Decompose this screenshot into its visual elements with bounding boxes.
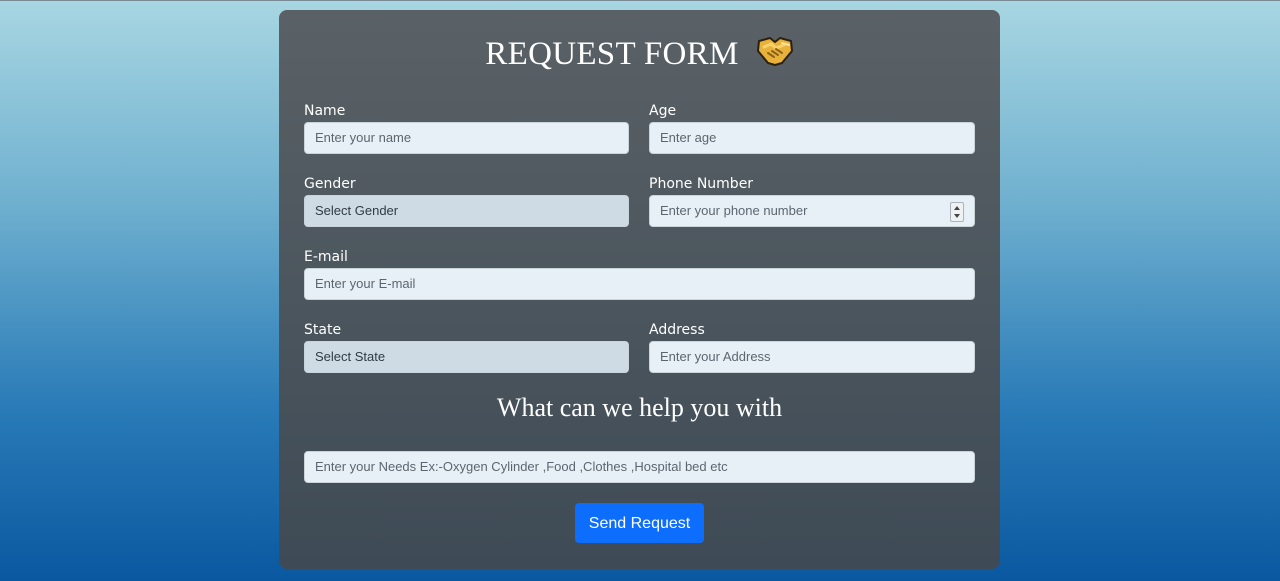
age-placeholder: Enter age xyxy=(660,130,717,145)
form-title: REQUEST FORM xyxy=(485,36,739,72)
phone-input[interactable]: Enter your phone number xyxy=(649,195,975,227)
name-label: Name xyxy=(304,103,346,119)
gender-selected-value: Select Gender xyxy=(315,203,399,218)
form-header: REQUEST FORM xyxy=(279,36,1000,76)
stepper-down-icon[interactable] xyxy=(954,214,960,218)
phone-label: Phone Number xyxy=(649,176,754,192)
phone-placeholder: Enter your phone number xyxy=(660,203,808,218)
needs-input[interactable]: Enter your Needs Ex:-Oxygen Cylinder ,Fo… xyxy=(304,451,975,483)
gender-label: Gender xyxy=(304,176,356,192)
state-select[interactable]: Select State xyxy=(304,341,629,373)
number-stepper[interactable] xyxy=(950,202,964,222)
name-placeholder: Enter your name xyxy=(315,130,412,145)
send-request-button[interactable]: Send Request xyxy=(575,503,704,543)
address-placeholder: Enter your Address xyxy=(660,349,771,364)
request-form-card: REQUEST FORM Name Enter your name Age En… xyxy=(279,10,1000,569)
state-selected-value: Select State xyxy=(315,349,386,364)
address-input[interactable]: Enter your Address xyxy=(649,341,975,373)
gender-select[interactable]: Select Gender xyxy=(304,195,629,227)
name-input[interactable]: Enter your name xyxy=(304,122,629,154)
email-input[interactable]: Enter your E-mail xyxy=(304,268,975,300)
stepper-up-icon[interactable] xyxy=(954,206,960,210)
age-label: Age xyxy=(649,103,677,119)
handshake-icon xyxy=(756,35,794,67)
email-placeholder: Enter your E-mail xyxy=(315,276,416,291)
address-label: Address xyxy=(649,322,705,338)
window-top-border xyxy=(0,0,1280,1)
age-input[interactable]: Enter age xyxy=(649,122,975,154)
needs-placeholder: Enter your Needs Ex:-Oxygen Cylinder ,Fo… xyxy=(315,459,728,474)
help-heading: What can we help you with xyxy=(496,393,783,422)
email-label: E-mail xyxy=(304,249,348,265)
state-label: State xyxy=(304,322,342,338)
